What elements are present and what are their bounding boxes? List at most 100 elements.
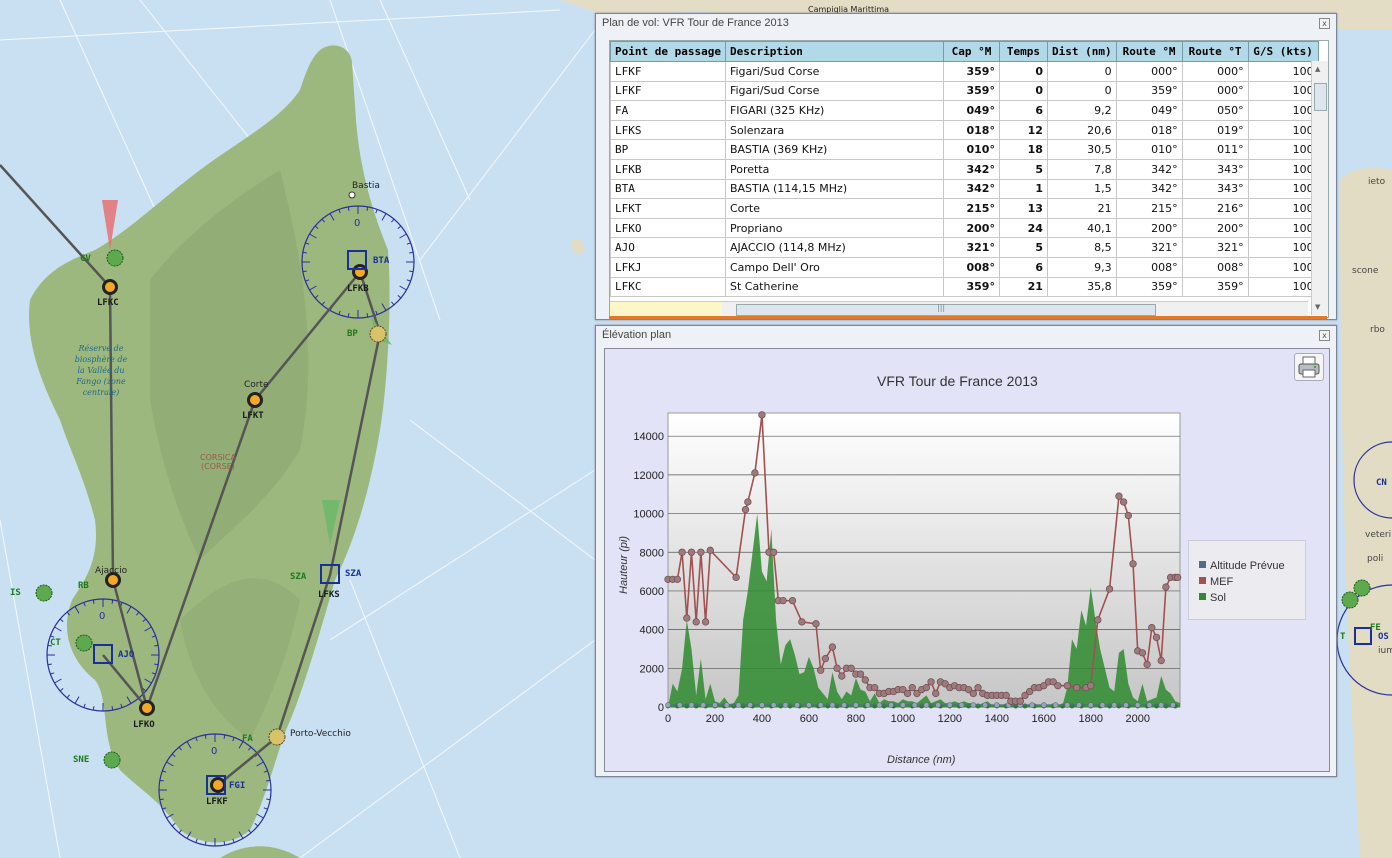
mef-point <box>833 664 841 672</box>
mef-point <box>744 498 752 506</box>
cell-temps: 5 <box>998 158 1048 180</box>
table-row[interactable]: AJO AJACCIO (114,8 MHz) 321° 5 8,5 321° 321° 10… <box>610 237 1319 258</box>
altitude-point <box>794 702 800 708</box>
table-row[interactable]: LFKS Solenzara 018° 12 20,6 018° 019° 100 <box>610 119 1319 141</box>
scroll-down-icon[interactable]: ▼ <box>1315 303 1320 311</box>
col-header-gs[interactable]: G/S (kts) <box>1247 41 1319 62</box>
table-row[interactable]: LFKJ Campo Dell' Oro 008° 6 9,3 008° 008° 100 <box>610 256 1319 278</box>
x-tick-label: 400 <box>753 713 771 725</box>
cell-route-m: 200° <box>1115 217 1183 239</box>
compass-tick <box>302 251 307 254</box>
table-row[interactable]: BP BASTIA (369 KHz) 010° 18 30,5 010° 011° 100 <box>610 139 1319 160</box>
col-header-route-t[interactable]: Route °T <box>1181 41 1249 62</box>
mef-point <box>1129 560 1137 568</box>
sol-point <box>966 703 972 709</box>
col-header-waypoint[interactable]: Point de passage <box>610 41 726 62</box>
altitude-point <box>1040 702 1047 708</box>
col-header-dist[interactable]: Dist (nm) <box>1046 41 1117 62</box>
altitude-point <box>829 702 836 708</box>
table-row[interactable]: BTA BASTIA (114,15 MHz) 342° 1 1,5 342° 343° 10… <box>610 178 1319 200</box>
cell-cap: 018° <box>942 119 1000 141</box>
table-row[interactable]: LFKF Figari/Sud Corse 359° 0 0 000° 000° 100 <box>610 61 1319 82</box>
altitude-point <box>1170 702 1176 708</box>
mef-point <box>1148 624 1156 632</box>
altitude-point <box>900 702 906 708</box>
sol-point <box>1060 703 1066 709</box>
close-icon[interactable]: x <box>1319 18 1330 29</box>
col-header-description[interactable]: Description <box>724 41 944 62</box>
altitude-point <box>665 702 671 708</box>
sol-point <box>684 703 690 709</box>
cell-dist: 40,1 <box>1046 217 1117 239</box>
cell-dist: 21 <box>1046 198 1117 219</box>
horizontal-scroll-thumb[interactable]: ||| <box>736 303 1156 316</box>
cell-cap: 342° <box>942 178 1000 200</box>
navaid-label-fgi: FGI <box>229 781 246 791</box>
altitude-point <box>911 702 918 708</box>
city-label-bastia: Bastia <box>352 181 380 191</box>
compass-tick <box>47 663 52 666</box>
compass-tick <box>204 841 207 846</box>
x-tick-label: 600 <box>800 713 818 725</box>
cell-description: FIGARI (325 KHz) <box>724 100 944 121</box>
cell-description: Campo Dell' Oro <box>724 256 944 278</box>
legend-swatch-sol <box>1199 593 1206 600</box>
cell-route-t: 008° <box>1181 256 1249 278</box>
horizontal-scrollbar[interactable]: ||| <box>722 301 1308 317</box>
cell-waypoint: BP <box>610 139 726 160</box>
mef-point <box>732 573 740 582</box>
x-tick-label: 1200 <box>938 713 962 725</box>
altitude-point <box>935 702 941 708</box>
sol-point <box>1022 703 1028 709</box>
table-row[interactable]: LFKT Corte 215° 13 21 215° 216° 100 <box>610 198 1319 219</box>
col-header-cap[interactable]: Cap °M <box>942 41 1000 62</box>
mef-point <box>687 548 696 556</box>
close-icon[interactable]: x <box>1319 330 1330 341</box>
mef-point <box>741 506 750 514</box>
mef-point <box>1094 616 1102 624</box>
scroll-up-icon[interactable]: ▲ <box>1315 65 1320 73</box>
vertical-scroll-thumb[interactable] <box>1314 83 1327 111</box>
y-axis-label: Hauteur (pi) <box>618 536 630 594</box>
sol-point <box>693 703 699 709</box>
navaid-label-ajo: AJO <box>118 650 135 660</box>
compass-tick <box>154 644 159 647</box>
cell-dist: 20,6 <box>1046 119 1117 141</box>
navaid-label-bp: BP <box>347 329 358 339</box>
region-label-corsica: CORSICA (CORSE) <box>200 453 236 471</box>
mef-point <box>678 548 686 556</box>
mef-point <box>828 643 837 651</box>
sol-point <box>1069 703 1075 709</box>
y-tick-label: 12000 <box>633 470 664 482</box>
y-tick-label: 0 <box>658 702 664 714</box>
cell-temps: 6 <box>998 100 1048 121</box>
altitude-point <box>1146 702 1153 708</box>
table-row[interactable]: FA FIGARI (325 KHz) 049° 6 9,2 049° 050° 100 <box>610 100 1319 121</box>
compass-tick <box>204 734 207 739</box>
chart-title: VFR Tour de France 2013 <box>877 373 1038 389</box>
table-row[interactable]: LFKO Propriano 200° 24 40,1 200° 200° 100 <box>610 217 1319 239</box>
cell-waypoint: LFKJ <box>610 256 726 278</box>
col-header-route-m[interactable]: Route °M <box>1115 41 1183 62</box>
cell-waypoint: LFKS <box>610 119 726 141</box>
frozen-column-strip <box>610 301 722 317</box>
mef-point <box>1002 691 1010 700</box>
city-label-corte: Corte <box>244 380 269 390</box>
edge-label-1: ieto <box>1368 177 1386 187</box>
cell-gs: 100 <box>1247 276 1319 298</box>
cell-route-t: 000° <box>1181 80 1249 102</box>
table-row[interactable]: LFKB Poretta 342° 5 7,8 342° 343° 100 <box>610 158 1319 180</box>
table-row[interactable]: LFKF Figari/Sud Corse 359° 0 0 359° 000° 100 <box>610 80 1319 102</box>
table-row[interactable]: LFKC St Catherine 359° 21 35,8 359° 359° 100 <box>610 276 1319 298</box>
mef-point <box>974 684 982 692</box>
altitude-point <box>735 702 742 708</box>
cell-dist: 30,5 <box>1046 139 1117 160</box>
vertical-scrollbar[interactable]: ▲ ▼ <box>1311 61 1328 315</box>
panel-separator[interactable] <box>609 316 1327 319</box>
y-tick-label: 6000 <box>640 586 664 598</box>
cell-temps: 0 <box>998 61 1048 82</box>
mef-point <box>683 614 691 622</box>
col-header-temps[interactable]: Temps <box>998 41 1048 62</box>
x-tick-label: 1600 <box>1032 713 1056 725</box>
mef-point <box>821 654 830 663</box>
